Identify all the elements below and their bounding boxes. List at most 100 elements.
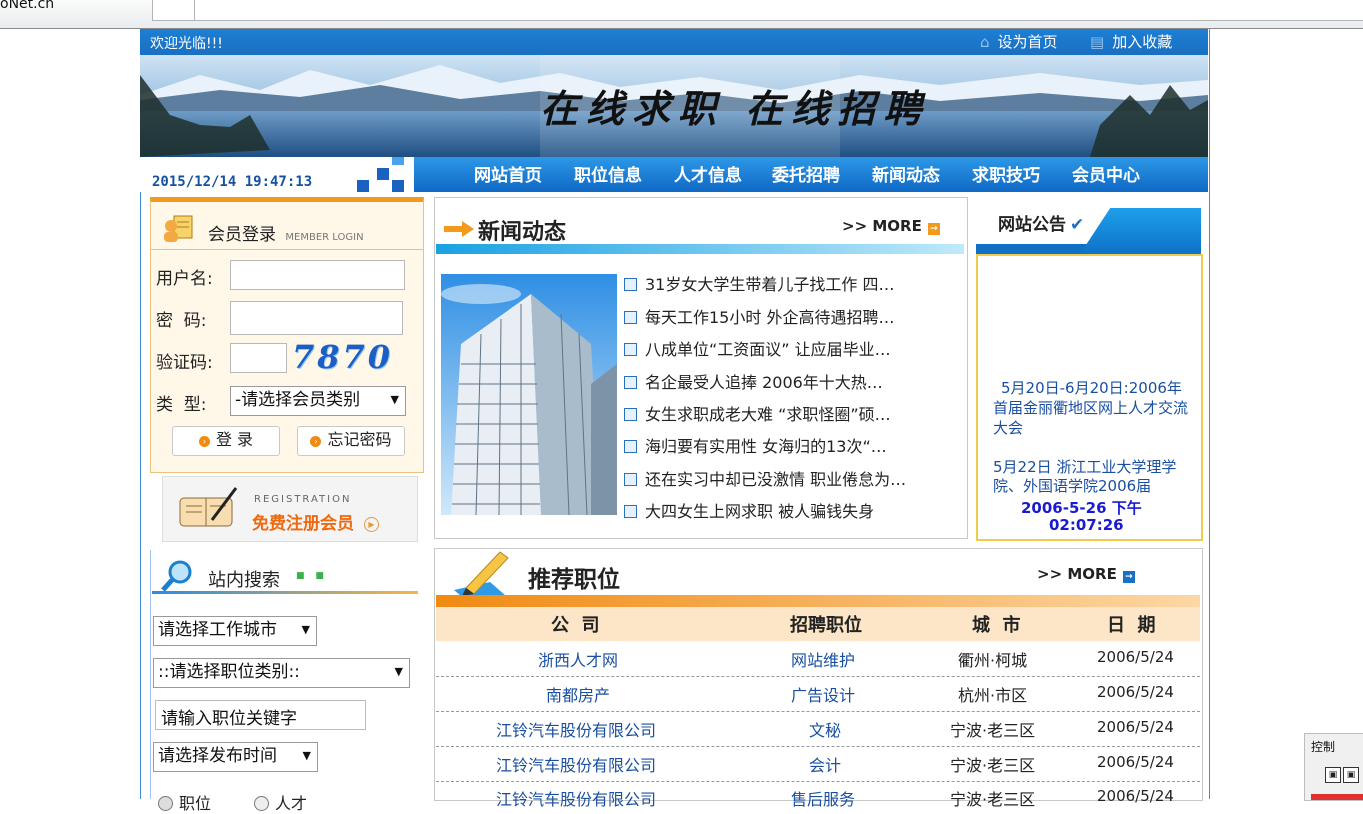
nav-talent[interactable]: 人才信息 <box>674 161 742 186</box>
news-item[interactable]: 名企最受人追捧 2006年十大热… <box>624 369 883 393</box>
login-subtitle: MEMBER LOGIN <box>285 232 364 243</box>
document-icon <box>624 376 637 389</box>
play-circle-icon: ▶ <box>364 517 379 532</box>
decor-square <box>377 168 389 180</box>
address-bar[interactable] <box>152 0 1363 21</box>
notice-item[interactable]: 5月22日 浙江工业大学理学院、外国语学院2006届 <box>993 458 1193 496</box>
keyword-placeholder: 请输入职位关键字 <box>161 709 297 729</box>
nav-tips[interactable]: 求职技巧 <box>972 161 1040 186</box>
job-city: 衢州·柯城 <box>958 651 1028 670</box>
nav-home[interactable]: 网站首页 <box>474 161 542 186</box>
job-position[interactable]: 广告设计 <box>791 682 855 706</box>
nav-commission[interactable]: 委托招聘 <box>772 161 840 186</box>
news-item[interactable]: 八成单位“工资面议” 让应届毕业… <box>624 336 891 360</box>
nav-news[interactable]: 新闻动态 <box>872 161 940 186</box>
decor-square <box>392 157 404 165</box>
news-item[interactable]: 女生求职成老大难 “求职怪圈”硕… <box>624 401 891 425</box>
job-date: 2006/5/24 <box>1097 787 1174 805</box>
news-item[interactable]: 大四女生上网求职 被人骗钱失身 <box>624 498 874 522</box>
arrow-right-icon: › <box>310 436 322 447</box>
widget-bar <box>1311 794 1363 800</box>
add-favorite-link[interactable]: ▤ 加入收藏 <box>1090 31 1172 52</box>
col-city: 城 市 <box>972 615 1021 636</box>
job-position[interactable]: 文秘 <box>809 717 841 741</box>
captcha-label: 验证码: <box>156 353 213 373</box>
col-position: 招聘职位 <box>790 615 862 636</box>
checkmark-icon: ✔ <box>1070 215 1085 235</box>
job-company[interactable]: 江铃汽车股份有限公司 <box>496 752 656 776</box>
job-company[interactable]: 南都房产 <box>546 682 610 706</box>
restore-icon[interactable]: ▣ <box>1325 767 1341 783</box>
jobs-divider <box>436 595 1200 607</box>
news-building-photo <box>441 274 617 516</box>
jobs-more-link[interactable]: >> MORE → <box>1037 565 1135 583</box>
job-date: 2006/5/24 <box>1097 648 1174 666</box>
notebook-pen-icon <box>176 484 238 532</box>
password-input[interactable] <box>230 301 403 335</box>
job-date: 2006/5/24 <box>1097 718 1174 736</box>
news-item[interactable]: 31岁女大学生带着儿子找工作 四… <box>624 271 894 295</box>
arrow-right-icon: › <box>198 436 210 447</box>
job-city: 宁波·老三区 <box>950 756 1036 775</box>
job-category-select[interactable]: ::请选择职位类别:: ▼ <box>153 658 410 688</box>
job-position[interactable]: 网站维护 <box>791 647 855 671</box>
radio-job[interactable]: 职位 <box>158 790 211 814</box>
login-title: 会员登录 MEMBER LOGIN <box>208 225 364 245</box>
member-type-select[interactable]: -请选择会员类别 ▼ <box>230 386 406 416</box>
register-small-text: REGISTRATION <box>254 494 352 505</box>
notice-title: 网站公告 ✔ <box>998 215 1085 235</box>
maximize-icon[interactable]: ▣ <box>1343 767 1359 783</box>
banner-title: 在线求职 在线招聘 <box>540 86 930 131</box>
job-position[interactable]: 会计 <box>809 752 841 776</box>
job-company[interactable]: 江铃汽车股份有限公司 <box>496 717 656 741</box>
type-label: 类 型: <box>156 395 207 415</box>
captcha-input[interactable] <box>230 343 287 373</box>
decor-square <box>357 180 369 192</box>
search-underline <box>152 591 418 594</box>
forgot-password-button[interactable]: › 忘记密码 <box>297 426 405 456</box>
row-separator <box>436 676 1200 677</box>
set-home-link[interactable]: ⌂ 设为首页 <box>980 31 1058 52</box>
job-city: 宁波·老三区 <box>950 790 1036 809</box>
username-input[interactable] <box>230 260 405 290</box>
login-button[interactable]: › 登 录 <box>172 426 280 456</box>
news-divider <box>436 244 964 254</box>
job-position[interactable]: 售后服务 <box>791 786 855 810</box>
control-widget[interactable]: 控制 ▣ ▣ <box>1304 733 1363 801</box>
document-icon <box>624 311 637 324</box>
col-date: 日 期 <box>1107 615 1156 636</box>
document-icon <box>624 343 637 356</box>
city-select[interactable]: 请选择工作城市 ▼ <box>153 616 317 646</box>
col-company: 公 司 <box>551 615 600 636</box>
news-item[interactable]: 还在实习中却已没激情 职业倦怠为… <box>624 466 906 490</box>
radio-talent[interactable]: 人才 <box>254 790 307 814</box>
decor-dots: ■ ■ <box>296 571 328 581</box>
row-separator <box>436 711 1200 712</box>
arrow-right-icon <box>444 221 474 237</box>
magnifier-icon <box>160 558 196 594</box>
radio-icon <box>254 796 269 811</box>
job-city: 杭州·市区 <box>958 686 1028 705</box>
captcha-image: 7870 <box>292 338 394 376</box>
job-date: 2006/5/24 <box>1097 753 1174 771</box>
news-item[interactable]: 海归要有实用性 女海归的13次“… <box>624 433 887 457</box>
home-icon: ⌂ <box>980 33 990 51</box>
browser-tab[interactable]: oNet.cn <box>0 0 150 26</box>
nav-member[interactable]: 会员中心 <box>1072 161 1140 186</box>
job-company[interactable]: 浙西人才网 <box>538 647 618 671</box>
row-separator <box>436 781 1200 782</box>
radio-icon <box>158 796 173 811</box>
row-separator <box>436 746 1200 747</box>
publish-time-select[interactable]: 请选择发布时间 ▼ <box>153 742 318 772</box>
news-more-link[interactable]: >> MORE → <box>842 217 940 235</box>
decor-square <box>392 180 404 192</box>
nav-jobs[interactable]: 职位信息 <box>574 161 642 186</box>
document-icon <box>624 505 637 518</box>
job-company[interactable]: 江铃汽车股份有限公司 <box>496 786 656 810</box>
more-icon: → <box>1122 571 1135 583</box>
login-divider <box>151 249 423 250</box>
notice-item[interactable]: 5月20日-6月20日:2006年首届金丽衢地区网上人才交流大会 <box>993 378 1193 438</box>
keyword-input[interactable]: 请输入职位关键字 <box>155 700 366 730</box>
browser-tab-title: oNet.cn <box>0 0 55 12</box>
news-item[interactable]: 每天工作15小时 外企高待遇招聘… <box>624 304 894 328</box>
